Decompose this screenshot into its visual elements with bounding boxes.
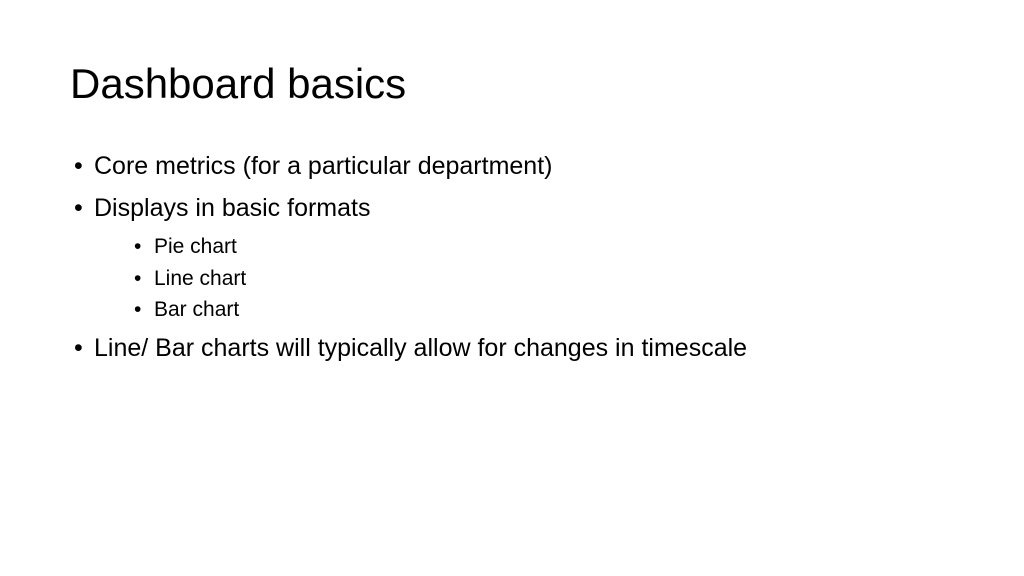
sub-bullet-text: Bar chart [154, 298, 239, 321]
sub-bullet-item: Pie chart [130, 231, 954, 263]
bullet-text: Core metrics (for a particular departmen… [94, 152, 552, 180]
slide-title: Dashboard basics [70, 60, 954, 108]
sub-bullet-text: Pie chart [154, 235, 237, 258]
bullet-item: Displays in basic formats Pie chart Line… [70, 190, 954, 326]
bullet-text: Displays in basic formats [94, 194, 370, 222]
bullet-text: Line/ Bar charts will typically allow fo… [94, 334, 747, 362]
sub-bullet-item: Bar chart [130, 294, 954, 326]
sub-bullet-list: Pie chart Line chart Bar chart [94, 231, 954, 326]
bullet-list: Core metrics (for a particular departmen… [70, 148, 954, 367]
bullet-item: Line/ Bar charts will typically allow fo… [70, 330, 954, 368]
sub-bullet-item: Line chart [130, 263, 954, 295]
sub-bullet-text: Line chart [154, 267, 246, 290]
bullet-item: Core metrics (for a particular departmen… [70, 148, 954, 186]
